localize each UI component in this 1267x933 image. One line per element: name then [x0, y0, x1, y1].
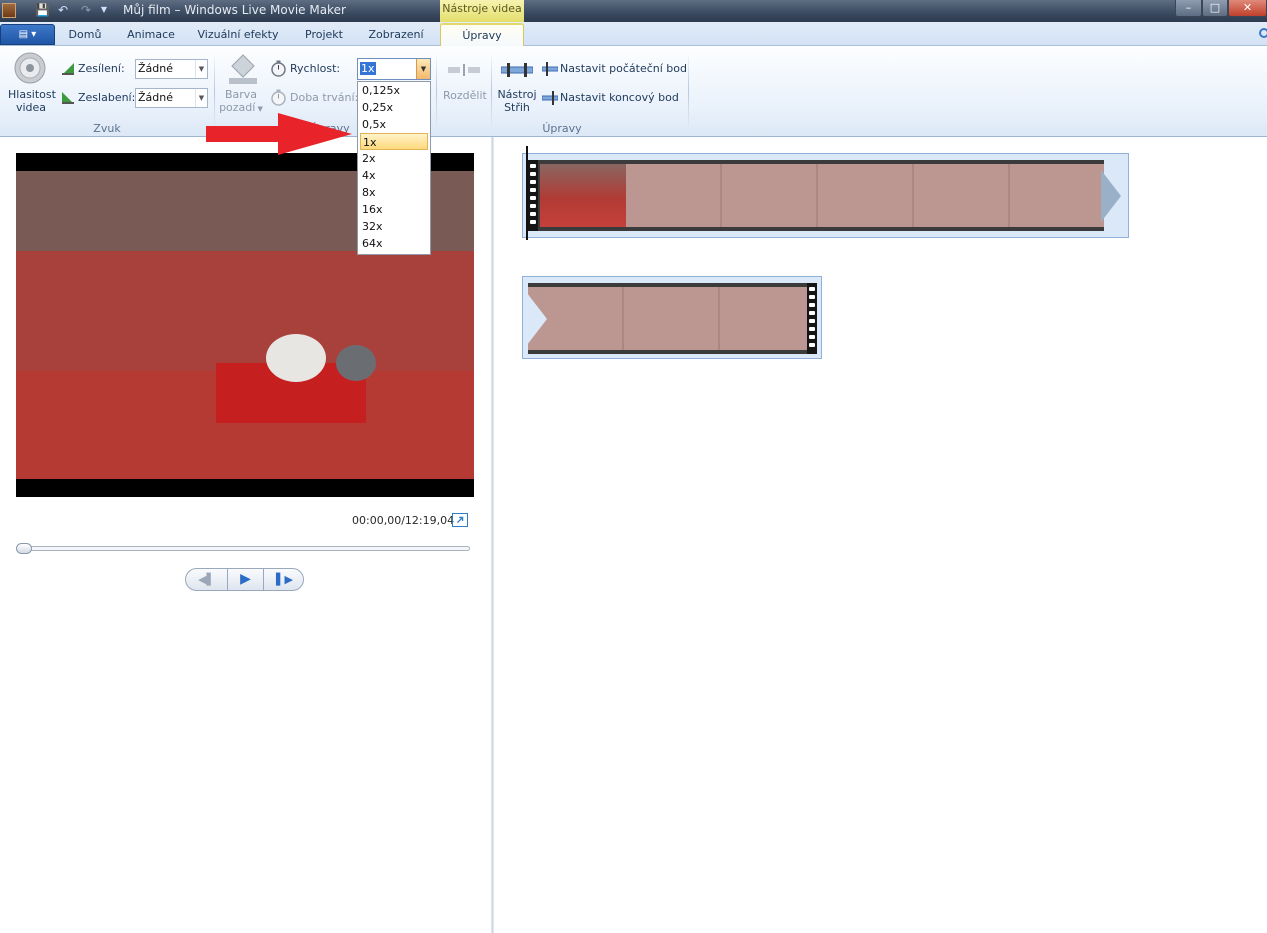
clip-filmstrip: [528, 160, 1104, 231]
speed-option[interactable]: 32x: [358, 218, 430, 235]
clip-frames: [528, 287, 807, 350]
group-separator: [688, 52, 689, 130]
set-start-point-button[interactable]: Nastavit počáteční bod: [560, 62, 687, 75]
undo-icon[interactable]: ↶: [56, 3, 70, 17]
annotation-arrow: [206, 113, 352, 155]
group-separator: [436, 52, 437, 130]
speed-option[interactable]: 2x: [358, 150, 430, 167]
pane-splitter[interactable]: [491, 137, 494, 933]
speed-option[interactable]: 8x: [358, 184, 430, 201]
stopwatch-icon: [271, 89, 286, 106]
help-icon[interactable]: [1259, 28, 1267, 38]
app-menu-button[interactable]: ▤ ▾: [0, 24, 55, 45]
transition-arrow: [527, 293, 547, 345]
tab-view[interactable]: Zobrazení: [360, 26, 432, 46]
fade-out-value: Žádné: [138, 91, 173, 104]
fade-out-select[interactable]: Žádné ▼: [135, 88, 208, 108]
fade-out-icon: [62, 92, 74, 104]
ribbon: Hlasitost videa Zesílení: Žádné ▼ Zeslab…: [0, 46, 1267, 137]
tab-visual-effects[interactable]: Vizuální efekty: [190, 26, 286, 46]
ribbon-tab-bar: ▤ ▾ Domů Animace Vizuální efekty Projekt…: [0, 22, 1267, 47]
playhead[interactable]: [526, 146, 528, 240]
speed-option[interactable]: 0,5x: [358, 116, 430, 133]
film-sprockets: [807, 283, 817, 354]
trim-tool-button[interactable]: Nástroj Střih: [497, 88, 537, 114]
clip-frames: [626, 164, 1104, 227]
minimize-button[interactable]: –: [1175, 0, 1202, 17]
clip-filmstrip: [528, 283, 817, 354]
group-separator: [491, 52, 492, 130]
speed-option[interactable]: 64x: [358, 235, 430, 252]
chevron-down-icon: ▼: [255, 105, 263, 113]
speed-option[interactable]: 4x: [358, 167, 430, 184]
redo-icon[interactable]: ↷: [79, 3, 93, 17]
next-frame-icon[interactable]: ▌▶: [264, 569, 303, 590]
fade-in-icon: [62, 63, 74, 75]
set-end-point-button[interactable]: Nastavit koncový bod: [560, 91, 679, 104]
set-start-icon: [542, 62, 558, 76]
video-volume-label-2: videa: [15, 101, 47, 114]
fade-in-label: Zesílení:: [78, 62, 125, 75]
seek-thumb[interactable]: [16, 543, 32, 554]
tab-animations[interactable]: Animace: [118, 26, 184, 46]
chevron-down-icon: ▼: [195, 60, 207, 78]
transition-arrow: [1101, 170, 1121, 222]
set-end-icon: [542, 91, 558, 105]
speed-option[interactable]: 16x: [358, 201, 430, 218]
timecode: 00:00,00/12:19,04: [352, 514, 455, 527]
background-color-label-1: Barva: [224, 88, 258, 101]
speed-option[interactable]: 0,125x: [358, 82, 430, 99]
chevron-down-icon: ▼: [195, 89, 207, 107]
context-tab-group-label: Nástroje videa: [440, 0, 524, 22]
fade-in-value: Žádné: [138, 62, 173, 75]
seek-slider[interactable]: [16, 543, 470, 554]
stopwatch-icon: [271, 60, 286, 77]
tab-project[interactable]: Projekt: [294, 26, 354, 46]
save-icon[interactable]: 💾: [35, 3, 50, 17]
chevron-down-icon: ▼: [416, 59, 430, 79]
edit-group-label: Úpravy: [542, 122, 582, 135]
background-color-button[interactable]: Barva pozadí ▼: [218, 88, 264, 114]
close-button[interactable]: ✕: [1228, 0, 1267, 17]
storyboard-clip[interactable]: [522, 276, 822, 359]
play-icon[interactable]: ▶: [227, 569, 264, 590]
fade-in-select[interactable]: Žádné ▼: [135, 59, 208, 79]
speed-option[interactable]: 1x: [360, 133, 428, 150]
speed-option[interactable]: 0,25x: [358, 99, 430, 116]
film-sprockets: [528, 160, 538, 231]
audio-group-label: Zvuk: [93, 122, 121, 135]
video-volume-label-1: Hlasitost: [8, 88, 56, 101]
speed-dropdown-list: 0,125x 0,25x 0,5x 1x 2x 4x 8x 16x 32x 64x: [357, 81, 431, 255]
speed-label: Rychlost:: [290, 62, 341, 75]
window-title: Můj film – Windows Live Movie Maker: [123, 3, 346, 17]
tab-edit[interactable]: Úpravy: [440, 23, 524, 47]
paint-bucket-icon: [229, 54, 257, 84]
duration-label: Doba trvání:: [290, 91, 359, 104]
maximize-button[interactable]: □: [1202, 0, 1228, 17]
title-bar: 💾 ↶ ↷ ▼ Můj film – Windows Live Movie Ma…: [0, 0, 1267, 22]
speed-value: 1x: [360, 62, 376, 75]
trim-tool-icon: [501, 63, 533, 77]
fade-out-label: Zeslabení:: [78, 91, 136, 104]
fullscreen-icon[interactable]: [452, 513, 468, 527]
playback-controls: ◀▌ ▶ ▌▶: [185, 568, 304, 591]
split-icon: [448, 64, 480, 76]
split-button[interactable]: Rozdělit: [443, 89, 487, 102]
clip-frame: [540, 164, 626, 227]
speed-select[interactable]: 1x ▼: [357, 58, 431, 80]
app-icon[interactable]: [2, 3, 16, 18]
video-volume-button[interactable]: Hlasitost videa: [8, 88, 56, 114]
trim-tool-label-2: Střih: [504, 101, 530, 114]
previous-frame-icon[interactable]: ◀▌: [186, 569, 227, 590]
preview-pane: 00:00,00/12:19,04 ◀▌ ▶ ▌▶: [0, 137, 491, 933]
storyboard-clip[interactable]: [522, 146, 1129, 240]
qat-dropdown-icon[interactable]: ▼: [97, 3, 111, 17]
speaker-icon: [14, 52, 46, 84]
trim-tool-label-1: Nástroj: [497, 88, 537, 101]
tab-home[interactable]: Domů: [57, 26, 113, 46]
